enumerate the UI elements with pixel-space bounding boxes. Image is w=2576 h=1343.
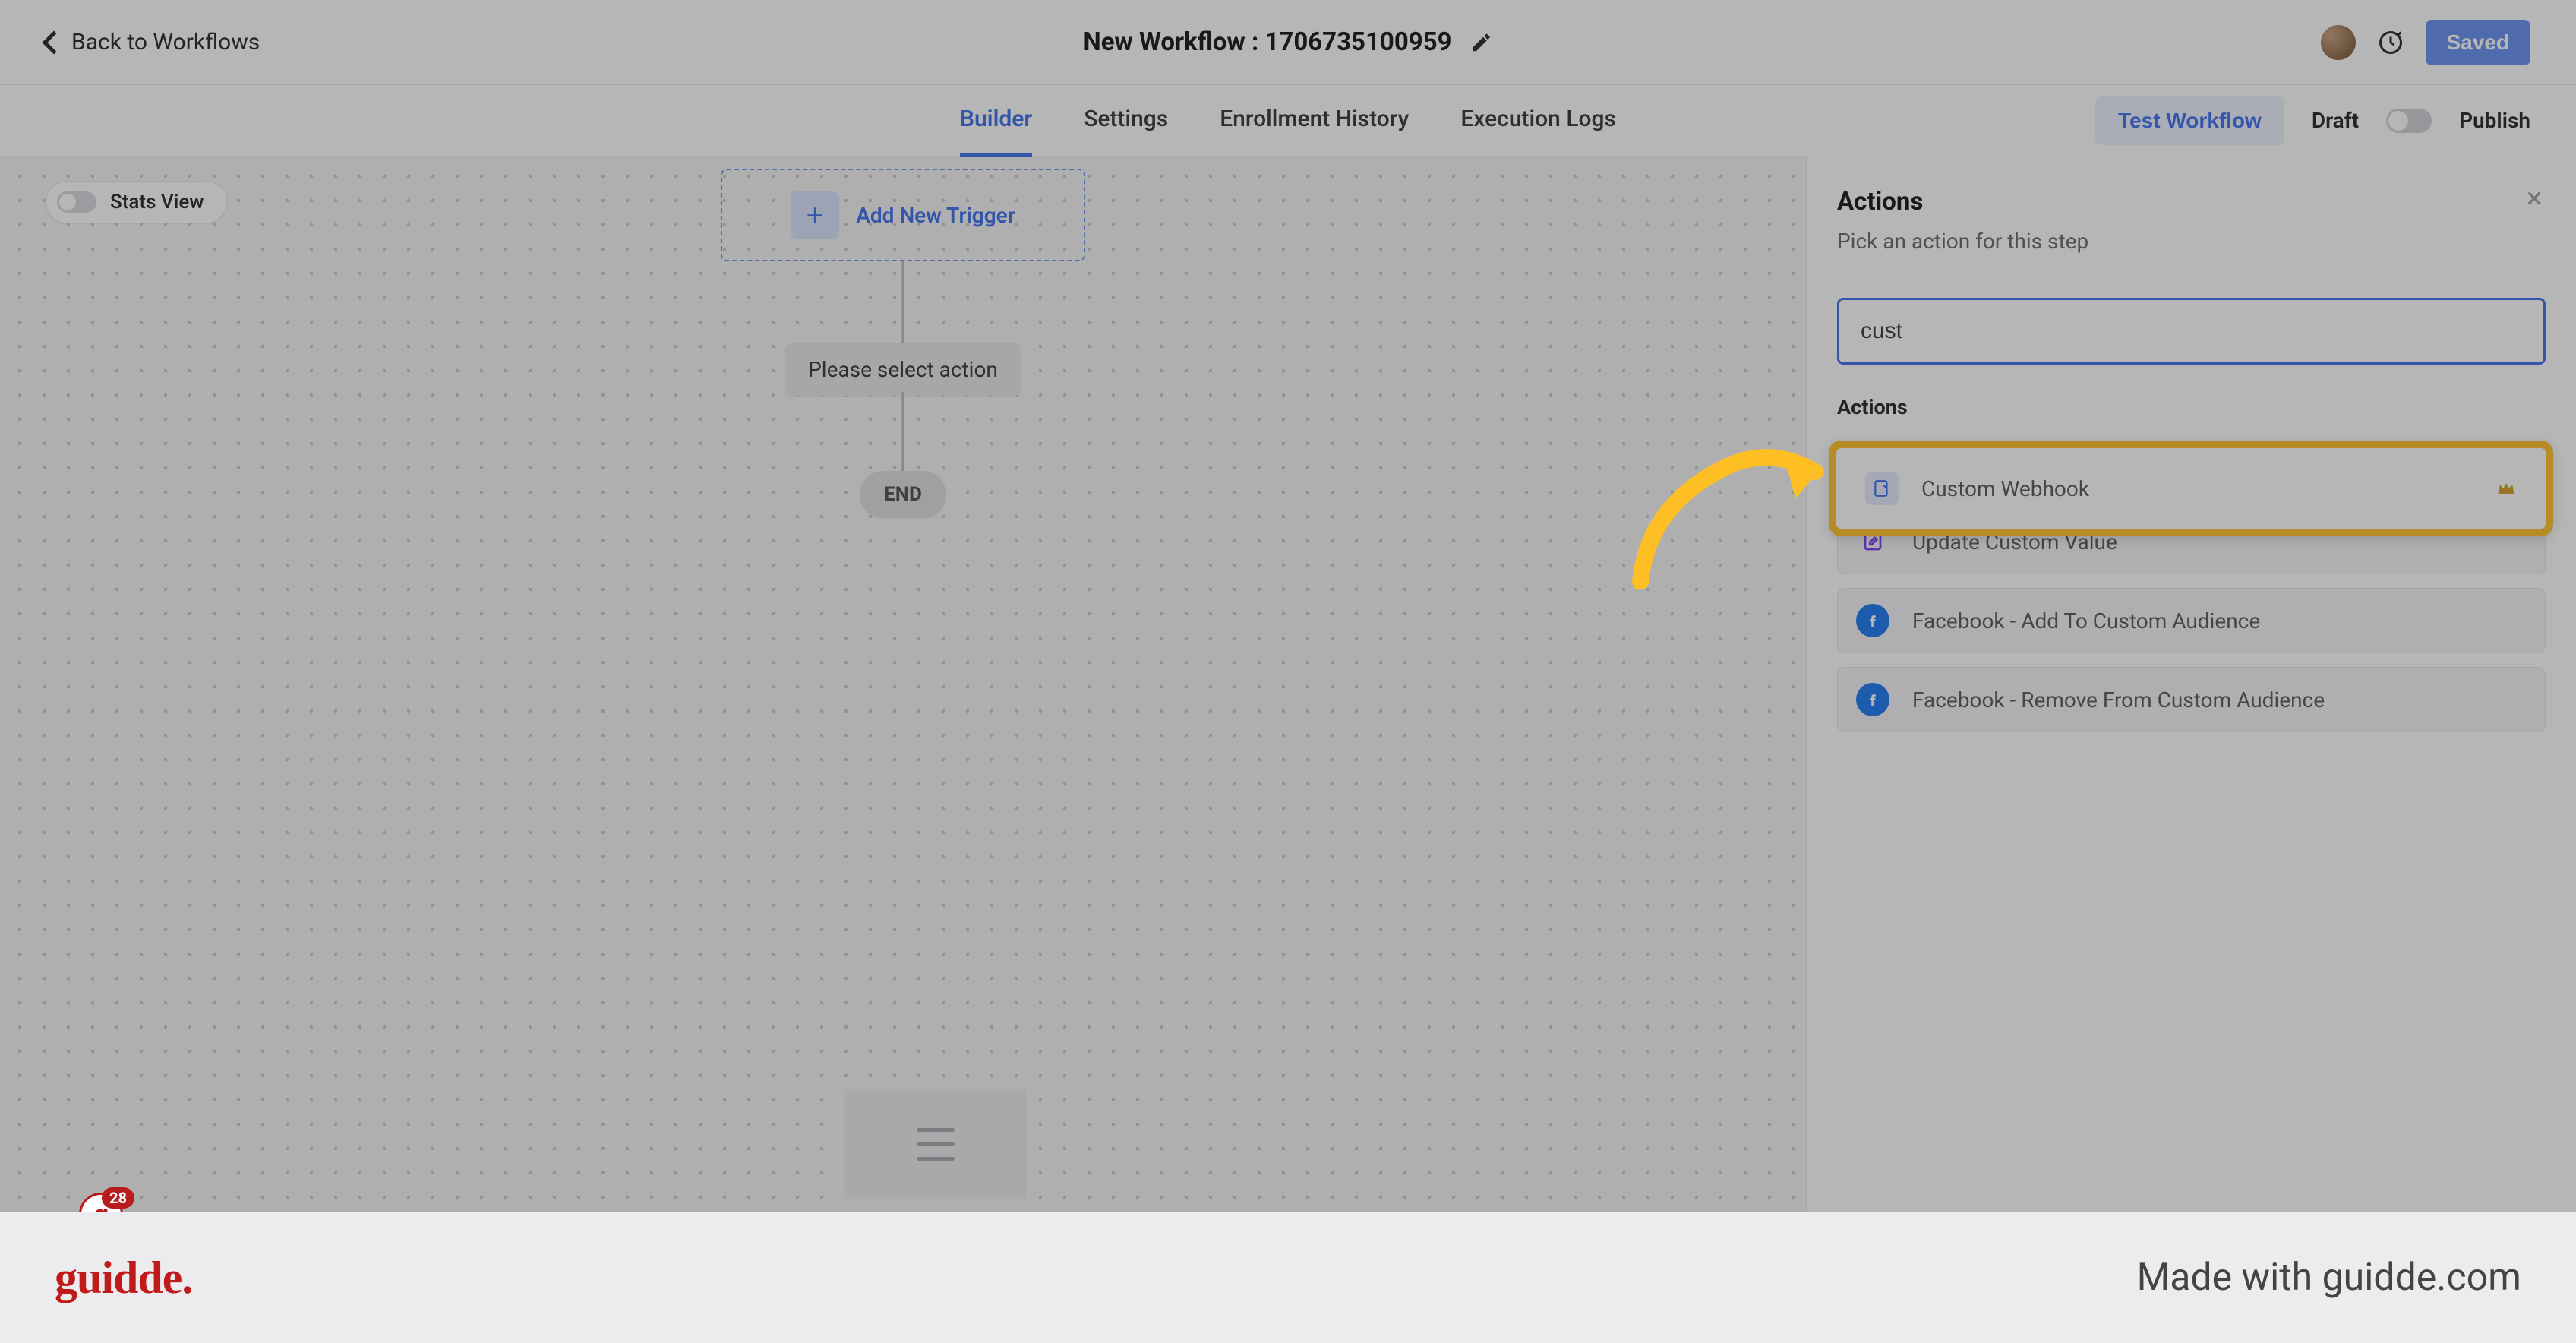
tab-execution-logs[interactable]: Execution Logs <box>1460 84 1616 157</box>
back-button[interactable]: Back to Workflows <box>46 29 260 55</box>
guidde-logo: guidde. <box>55 1252 192 1304</box>
action-item-fb-remove-audience[interactable]: Facebook - Remove From Custom Audience <box>1837 667 2546 732</box>
header: Back to Workflows New Workflow : 1706735… <box>0 0 2576 85</box>
tabs: Builder Settings Enrollment History Exec… <box>0 85 2576 156</box>
actions-section-label: Actions <box>1837 395 2546 419</box>
tab-enrollment-history[interactable]: Enrollment History <box>1220 84 1409 157</box>
header-right: Saved <box>2321 20 2531 65</box>
toggle-knob <box>2388 111 2408 131</box>
facebook-icon <box>1856 604 1889 637</box>
minimap-line <box>917 1142 955 1146</box>
action-search-input[interactable] <box>1837 298 2546 365</box>
made-with-label: Made with guidde.com <box>2137 1256 2521 1300</box>
minimap-line <box>917 1157 955 1161</box>
stats-label: Stats View <box>110 191 204 213</box>
panel-title: Actions <box>1837 187 1923 216</box>
action-placeholder-pill[interactable]: Please select action <box>785 343 1021 396</box>
panel-header: Actions <box>1837 187 2546 216</box>
connector-line <box>902 392 904 483</box>
stats-toggle[interactable] <box>57 191 96 213</box>
highlight-custom-webhook[interactable]: Custom Webhook <box>1829 441 2553 536</box>
tab-builder[interactable]: Builder <box>960 84 1032 157</box>
action-label: Facebook - Add To Custom Audience <box>1912 608 2260 634</box>
end-pill: END <box>860 471 946 518</box>
tutorial-arrow-icon <box>1618 430 1838 589</box>
workflow-title: New Workflow : 1706735100959 <box>1083 27 1451 57</box>
minimap[interactable] <box>844 1089 1027 1199</box>
crown-icon <box>2496 478 2517 499</box>
publish-toggle[interactable] <box>2386 109 2432 133</box>
panel-subtitle: Pick an action for this step <box>1837 229 2546 254</box>
actions-panel: Actions Pick an action for this step Act… <box>1806 156 2576 1212</box>
trigger-text: Add New Trigger <box>856 203 1015 228</box>
stats-view-pill: Stats View <box>46 181 228 223</box>
title-wrap: New Workflow : 1706735100959 <box>1083 27 1492 57</box>
plus-icon: + <box>807 198 824 233</box>
tabs-right: Test Workflow Draft Publish <box>2095 96 2530 145</box>
history-icon[interactable] <box>2377 29 2404 56</box>
draft-label: Draft <box>2312 108 2359 133</box>
add-trigger-box[interactable]: + Add New Trigger <box>721 169 1085 261</box>
plus-box: + <box>791 191 839 239</box>
tab-settings[interactable]: Settings <box>1084 84 1168 157</box>
avatar[interactable] <box>2321 25 2356 60</box>
back-label: Back to Workflows <box>71 29 260 55</box>
edit-icon[interactable] <box>1470 31 1493 54</box>
action-item-fb-add-audience[interactable]: Facebook - Add To Custom Audience <box>1837 588 2546 653</box>
footer: guidde. Made with guidde.com <box>0 1212 2576 1343</box>
webhook-icon <box>1865 472 1899 505</box>
connector-line <box>902 261 904 343</box>
action-label: Facebook - Remove From Custom Audience <box>1912 687 2325 713</box>
saved-button[interactable]: Saved <box>2426 20 2531 65</box>
minimap-line <box>917 1128 955 1132</box>
workflow-canvas[interactable]: Stats View + Add New Trigger Please sele… <box>0 156 1806 1212</box>
action-label: Custom Webhook <box>1921 476 2089 501</box>
publish-label: Publish <box>2459 108 2530 133</box>
badge-count: 28 <box>102 1187 134 1209</box>
chevron-left-icon <box>42 30 65 54</box>
test-workflow-button[interactable]: Test Workflow <box>2095 96 2284 145</box>
stats-toggle-knob <box>59 194 76 210</box>
close-icon[interactable] <box>2523 187 2546 210</box>
facebook-icon <box>1856 683 1889 716</box>
